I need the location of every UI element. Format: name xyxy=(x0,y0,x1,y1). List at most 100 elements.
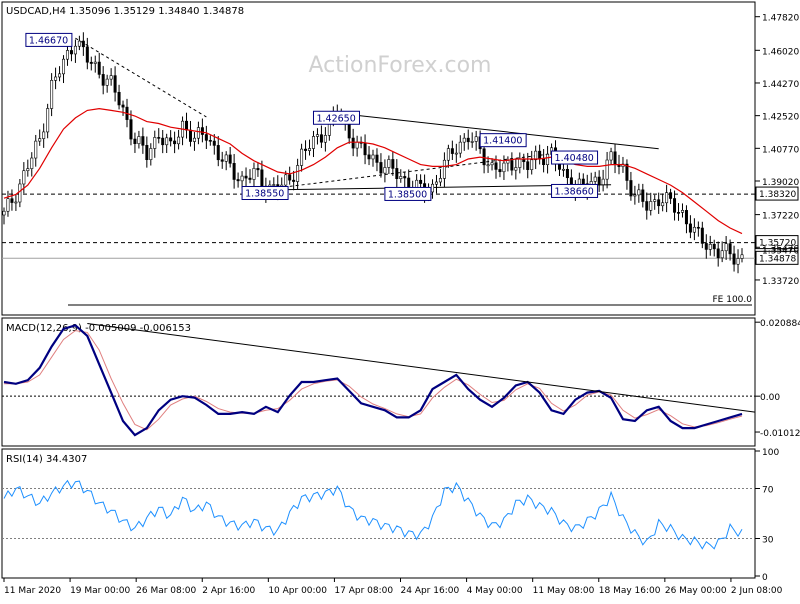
candle-body xyxy=(371,154,375,160)
candle-body xyxy=(308,148,312,151)
candle-body xyxy=(145,144,149,160)
candle-body xyxy=(113,75,117,93)
candle-body xyxy=(149,148,153,160)
candle-body xyxy=(395,168,399,179)
candle-body xyxy=(30,157,34,169)
candle-body xyxy=(173,140,177,145)
candle-body xyxy=(192,137,196,142)
time-tick-label: 26 Mar 08:00 xyxy=(136,586,196,596)
candle-body xyxy=(185,120,189,131)
candle-body xyxy=(645,201,649,211)
candle-body xyxy=(355,141,359,149)
candle-body xyxy=(736,258,740,265)
candle-body xyxy=(177,136,181,145)
candle-body xyxy=(272,184,276,186)
candle-body xyxy=(81,40,85,48)
candle-body xyxy=(375,154,379,163)
candle-body xyxy=(54,76,58,81)
candle-body xyxy=(546,153,550,165)
time-axis: 11 Mar 2020 19 Mar 00:00 26 Mar 08:00 2 Apr… xyxy=(3,578,783,596)
rsi-tick-label: 100 xyxy=(762,448,779,458)
time-tick-label: 4 May 00:00 xyxy=(467,586,523,596)
candle-body xyxy=(462,137,466,143)
candle-body xyxy=(208,140,212,142)
candle-body xyxy=(605,159,609,180)
candle-body xyxy=(296,165,300,182)
time-tick-label: 17 Apr 08:00 xyxy=(334,586,393,596)
candle-body xyxy=(323,135,327,143)
macd-tick-label: 0.00 xyxy=(760,393,780,403)
macd-tick-label: 0.020884 xyxy=(760,319,800,329)
candle-body xyxy=(669,192,673,199)
candle-body xyxy=(458,141,462,154)
candle-body xyxy=(708,244,712,250)
candle-body xyxy=(69,50,73,55)
price-axis: 1.47820 1.46020 1.44270 1.42520 1.40770 1.390… xyxy=(755,14,799,287)
annotation-label: 1.40480 xyxy=(555,153,594,164)
candle-body xyxy=(157,137,161,139)
candle-body xyxy=(212,140,216,146)
candle-body xyxy=(637,189,641,196)
candle-body xyxy=(363,143,367,156)
macd-pane-frame xyxy=(1,317,756,447)
candle-body xyxy=(109,75,113,80)
time-tick-label: 26 May 00:00 xyxy=(665,586,727,596)
candle-body xyxy=(431,183,435,193)
candle-body xyxy=(498,169,502,173)
candle-body xyxy=(34,140,38,159)
candle-body xyxy=(137,136,141,144)
time-tick-label: 2 Jun 08:00 xyxy=(731,586,783,596)
candle-body xyxy=(601,178,605,185)
candle-body xyxy=(244,175,248,179)
candle-body xyxy=(248,177,252,180)
macd-pane: MACD(12,26,9) -0.005009 -0.006153 0.0208… xyxy=(1,317,800,447)
candle-body xyxy=(466,137,470,143)
price-tick-label: 1.47820 xyxy=(762,14,799,24)
candle-body xyxy=(704,243,708,250)
candle-body xyxy=(716,248,720,259)
candle-body xyxy=(696,226,700,229)
candle-body xyxy=(661,202,665,207)
candle-body xyxy=(403,176,407,179)
candle-body xyxy=(450,148,454,154)
candle-body xyxy=(252,168,256,180)
candle-body xyxy=(502,162,506,173)
candle-body xyxy=(581,178,585,185)
price-tick-label: 1.46020 xyxy=(762,47,799,57)
candle-body xyxy=(216,145,220,161)
time-tick-label: 24 Apr 16:00 xyxy=(401,586,460,596)
annotation-label: 1.38500 xyxy=(388,189,427,200)
candle-body xyxy=(641,189,645,202)
candle-body xyxy=(677,212,681,214)
chart-canvas: ActionForex.com USDCAD,H4 1.35096 1.3512… xyxy=(1,1,800,596)
price-tick-label: 1.40770 xyxy=(762,145,799,155)
candle-body xyxy=(236,179,240,182)
candle-body xyxy=(700,227,704,244)
fe-label: FE 100.0 xyxy=(713,295,753,305)
price-pane-frame xyxy=(1,1,756,316)
candle-body xyxy=(593,176,597,182)
annotation-label: 1.46670 xyxy=(29,35,68,46)
rsi-tick-label: 30 xyxy=(762,536,774,546)
candle-body xyxy=(311,136,315,149)
candle-body xyxy=(26,168,30,172)
annotation-label: 1.38550 xyxy=(245,189,284,200)
candle-body xyxy=(657,199,661,207)
candle-body xyxy=(232,163,236,180)
candle-body xyxy=(22,170,26,185)
candle-body xyxy=(470,141,474,143)
rsi-tick-label: 70 xyxy=(762,486,774,496)
candle-body xyxy=(542,157,546,165)
candle-body xyxy=(101,74,105,86)
candle-body xyxy=(720,250,724,259)
candle-body xyxy=(89,61,93,64)
candle-body xyxy=(518,158,522,168)
candle-body xyxy=(73,45,77,55)
price-tick-label: 1.33720 xyxy=(762,277,799,287)
candle-body xyxy=(454,152,458,155)
candle-body xyxy=(379,162,383,174)
candle-body xyxy=(65,50,69,60)
candle-body xyxy=(367,154,371,160)
candle-body xyxy=(653,199,657,202)
chart-header: USDCAD,H4 1.35096 1.35129 1.34840 1.3487… xyxy=(6,6,244,17)
